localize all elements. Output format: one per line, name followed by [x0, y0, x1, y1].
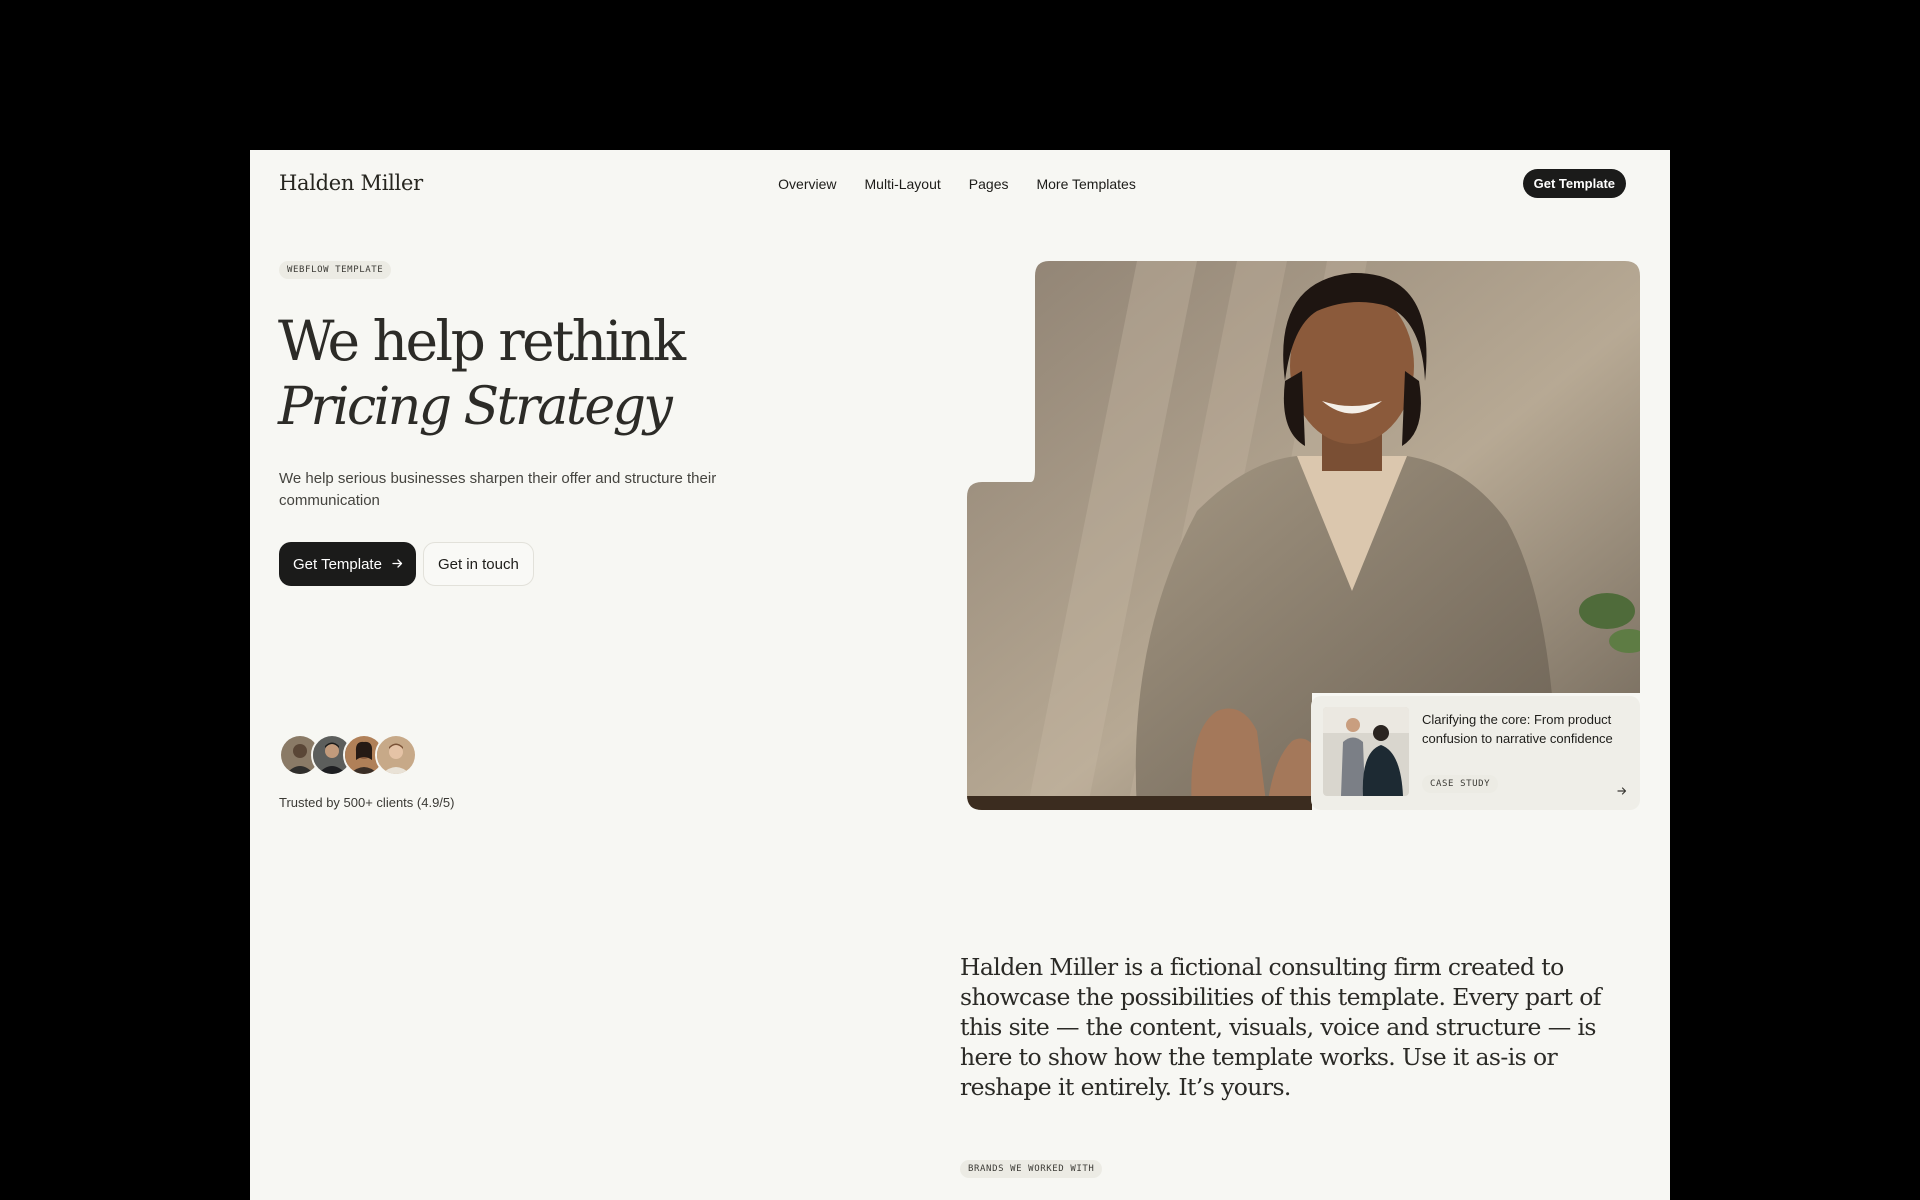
hero-buttons: Get Template Get in touch [279, 542, 534, 586]
about-paragraph: Halden Miller is a fictional consulting … [960, 953, 1601, 1101]
trust-text: Trusted by 500+ clients (4.9/5) [279, 795, 455, 810]
header-get-template-button[interactable]: Get Template [1522, 169, 1626, 198]
nav-overview[interactable]: Overview [778, 176, 836, 192]
case-study-tag: CASE STUDY [1422, 775, 1499, 793]
hero-headline: We help rethink Pricing Strategy [278, 308, 686, 440]
hero-tag: WEBFLOW TEMPLATE [279, 261, 392, 279]
main-nav: Overview Multi-Layout Pages More Templat… [250, 176, 1670, 194]
headline-line-1: We help rethink [278, 309, 686, 373]
page-canvas: Halden Miller Overview Multi-Layout Page… [250, 150, 1670, 1200]
arrow-right-icon [1617, 785, 1627, 799]
get-template-button[interactable]: Get Template [279, 542, 416, 586]
nav-more-templates[interactable]: More Templates [1036, 176, 1135, 192]
brand-logo[interactable]: Halden Miller [279, 171, 423, 195]
headline-line-2: Pricing Strategy [278, 377, 673, 437]
nav-pages[interactable]: Pages [969, 176, 1009, 192]
brands-tag: BRANDS WE WORKED WITH [960, 1160, 1103, 1178]
arrow-right-icon [392, 556, 403, 573]
case-study-image [1323, 707, 1409, 796]
get-in-touch-button[interactable]: Get in touch [422, 542, 534, 586]
avatar [375, 734, 417, 776]
client-avatars [279, 734, 417, 776]
case-study-title: Clarifying the core: From product confus… [1422, 712, 1613, 746]
nav-multi-layout[interactable]: Multi-Layout [865, 176, 941, 192]
case-study-card[interactable]: Clarifying the core: From product confus… [1311, 696, 1640, 810]
get-template-label: Get Template [293, 555, 382, 573]
hero-subcopy: We help serious businesses sharpen their… [279, 470, 717, 509]
